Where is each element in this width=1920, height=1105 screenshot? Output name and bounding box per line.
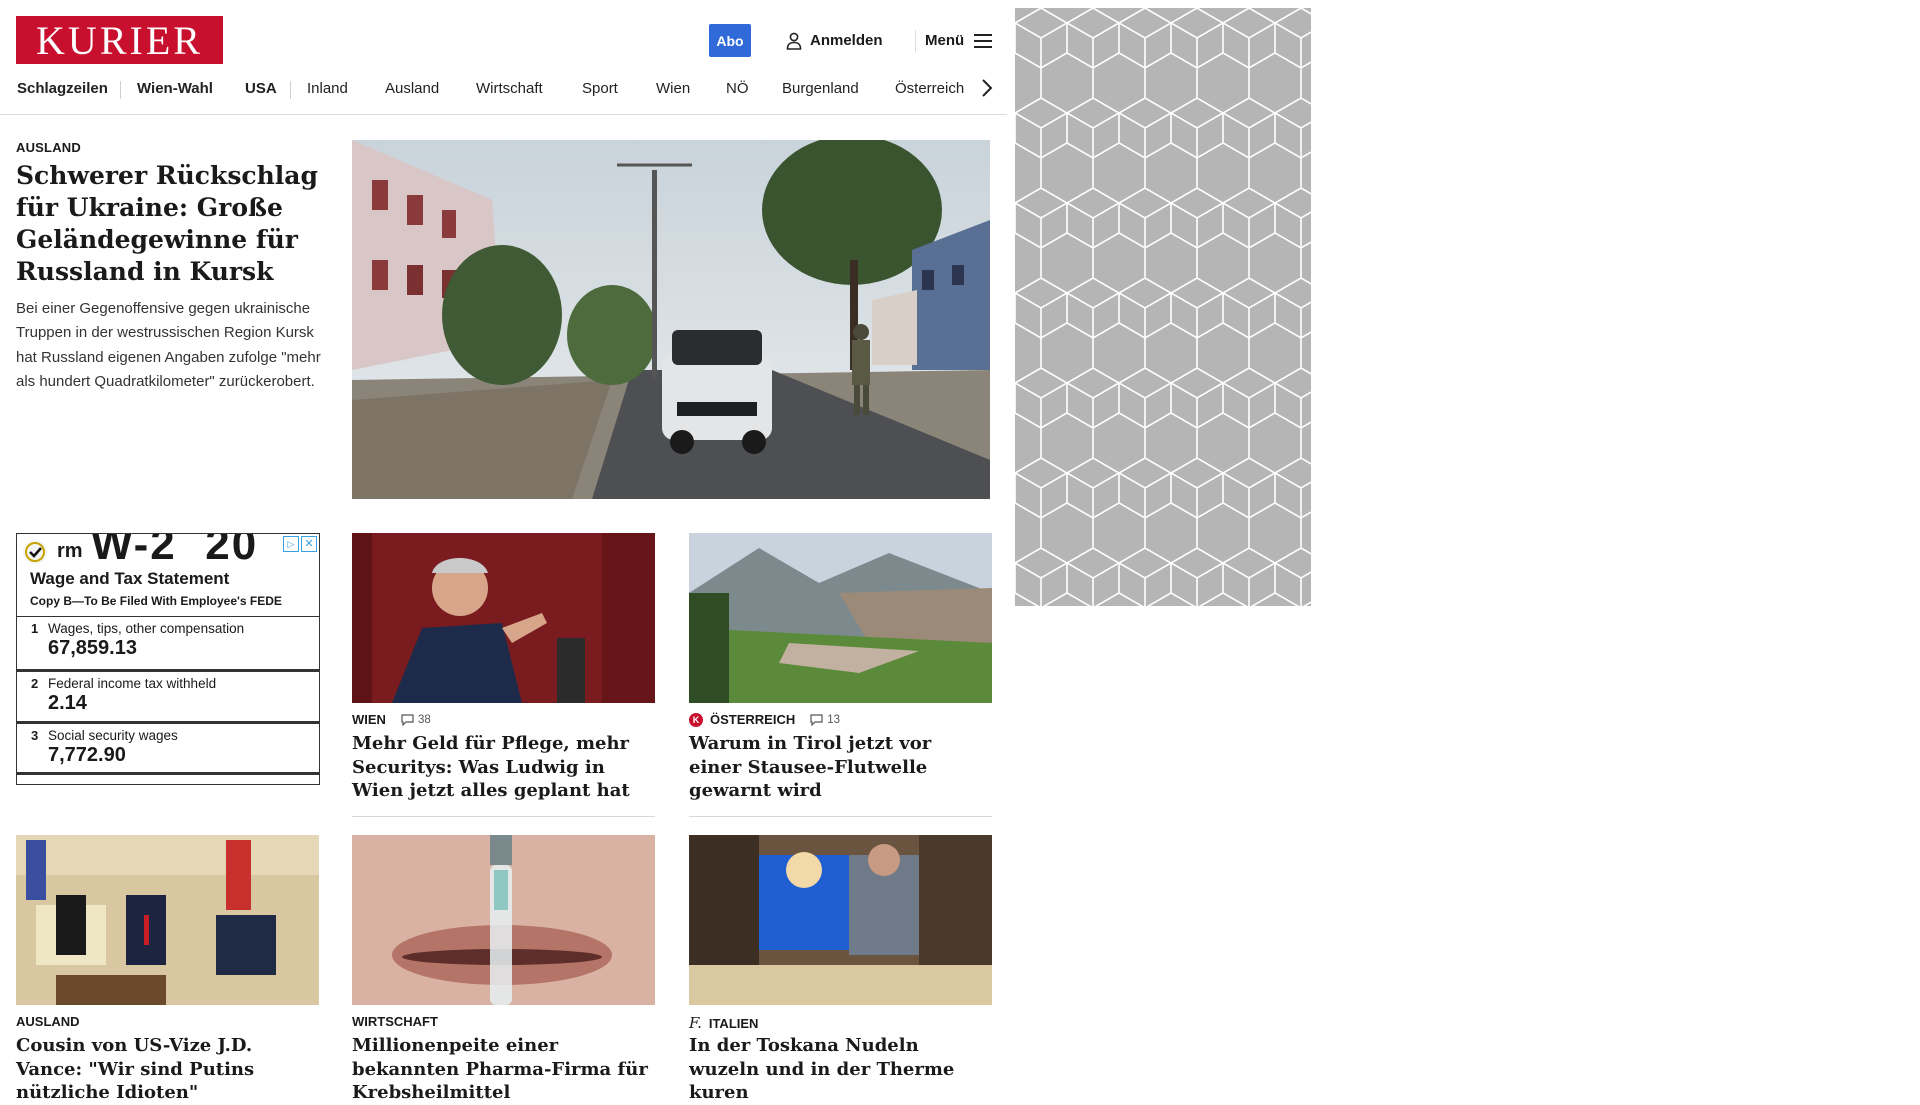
comment-count[interactable]: 38 (401, 714, 431, 726)
nav-item-burgenland[interactable]: Burgenland (782, 80, 859, 97)
card-kicker[interactable]: ITALIEN (709, 1016, 759, 1031)
close-icon[interactable]: ✕ (301, 536, 317, 552)
form-box-1: 1 Wages, tips, other compensation 67,859… (17, 616, 319, 659)
box-label: Federal income tax withheld (48, 676, 217, 691)
header-divider (915, 30, 916, 52)
card-meta-3: AUSLAND (16, 1014, 80, 1029)
card-image-toskana[interactable] (689, 835, 992, 1005)
box-label: Wages, tips, other compensation (48, 621, 245, 636)
user-icon (786, 32, 802, 50)
card-kicker[interactable]: WIRTSCHAFT (352, 1014, 438, 1029)
section-nav: Schlagzeilen Wien-Wahl USA Inland Auslan… (0, 76, 1007, 115)
form-prefix: rm (57, 540, 83, 562)
card-meta-2: K ÖSTERREICH 13 (689, 712, 840, 727)
nav-item-wien-wahl[interactable]: Wien-Wahl (137, 80, 213, 97)
nav-item-sport[interactable]: Sport (582, 80, 618, 97)
ad-placeholder-frame (1015, 8, 1311, 606)
nav-item-wirtschaft[interactable]: Wirtschaft (476, 80, 543, 97)
hero-title[interactable]: Schwerer Rückschlag für Ukraine: Große G… (16, 160, 326, 288)
card-kicker[interactable]: ÖSTERREICH (710, 712, 795, 727)
advertisement[interactable]: ▷ ✕ rm W-2 20 Wage and Tax Statement Cop… (16, 533, 320, 785)
red-k-badge-icon: K (689, 712, 703, 727)
comment-count[interactable]: 13 (810, 714, 840, 726)
nav-item-schlagzeilen[interactable]: Schlagzeilen (17, 80, 108, 97)
form-box-3: 3 Social security wages 7,772.90 (17, 721, 319, 766)
nav-item-noe[interactable]: NÖ (726, 80, 749, 97)
card-image-tirol[interactable] (689, 533, 992, 703)
card-kicker[interactable]: AUSLAND (16, 1014, 80, 1029)
abo-button[interactable]: Abo (709, 24, 751, 57)
card-meta-4: WIRTSCHAFT (352, 1014, 438, 1029)
nav-item-ausland[interactable]: Ausland (385, 80, 439, 97)
form-subheading: Copy B—To Be Filed With Employee's FEDE (30, 594, 282, 608)
chevron-right-icon[interactable] (975, 76, 999, 100)
comment-icon (401, 713, 414, 726)
hero-image[interactable] (352, 140, 990, 499)
box-label: Social security wages (48, 728, 178, 743)
form-heading: Wage and Tax Statement (30, 569, 230, 588)
form-box-2: 2 Federal income tax withheld 2.14 (17, 669, 319, 714)
nav-item-usa[interactable]: USA (245, 80, 277, 97)
ad-controls[interactable]: ▷ ✕ (283, 536, 317, 552)
nav-item-inland[interactable]: Inland (307, 80, 348, 97)
box-number: 1 (31, 621, 39, 636)
box-number: 2 (31, 676, 39, 691)
freizeit-f-icon: f. (689, 1014, 702, 1032)
nav-divider (120, 81, 121, 99)
comment-count-value: 38 (417, 713, 431, 726)
kurier-logo[interactable]: KURIER (16, 16, 223, 64)
box-number: 3 (31, 728, 39, 743)
card-title-5[interactable]: In der Toskana Nudeln wuzeln und in der … (689, 1034, 989, 1105)
menu-label: Menü (925, 32, 965, 49)
form-number: W-2 20 (91, 533, 259, 569)
box-value: 67,859.13 (48, 637, 137, 659)
box-value: 2.14 (48, 692, 87, 714)
card-divider (352, 816, 655, 817)
card-image-ludwig[interactable] (352, 533, 655, 703)
card-title-3[interactable]: Cousin von US-Vize J.D. Vance: "Wir sind… (16, 1034, 316, 1105)
card-image-oval-office[interactable] (16, 835, 319, 1005)
card-image-pharma[interactable] (352, 835, 655, 1005)
card-divider (689, 816, 992, 817)
form-box-4 (17, 772, 319, 775)
card-kicker[interactable]: WIEN (352, 712, 386, 727)
box-value: 7,772.90 (48, 744, 126, 766)
nav-item-oesterreich[interactable]: Österreich (895, 80, 964, 97)
menu-button[interactable]: Menü (925, 24, 993, 57)
login-button[interactable]: Anmelden (786, 24, 883, 57)
comment-count-value: 13 (827, 713, 841, 726)
card-meta-5: f. ITALIEN (689, 1014, 758, 1032)
login-label: Anmelden (810, 32, 883, 49)
card-title-4[interactable]: Millionenpeite einer bekannten Pharma-Fi… (352, 1034, 652, 1105)
nav-item-wien[interactable]: Wien (656, 80, 690, 97)
card-title-1[interactable]: Mehr Geld für Pflege, mehr Securitys: Wa… (352, 732, 652, 803)
adchoices-icon[interactable]: ▷ (283, 536, 299, 552)
card-meta-1: WIEN 38 (352, 712, 431, 727)
hero-lead: Bei einer Gegenoffensive gegen ukrainisc… (16, 300, 321, 390)
hamburger-icon (974, 33, 993, 48)
checkmark-badge-icon (23, 540, 47, 564)
nav-divider (290, 81, 291, 99)
card-title-2[interactable]: Warum in Tirol jetzt vor einer Stausee-F… (689, 732, 989, 803)
hero-kicker[interactable]: AUSLAND (16, 140, 81, 155)
comment-icon (810, 713, 823, 726)
